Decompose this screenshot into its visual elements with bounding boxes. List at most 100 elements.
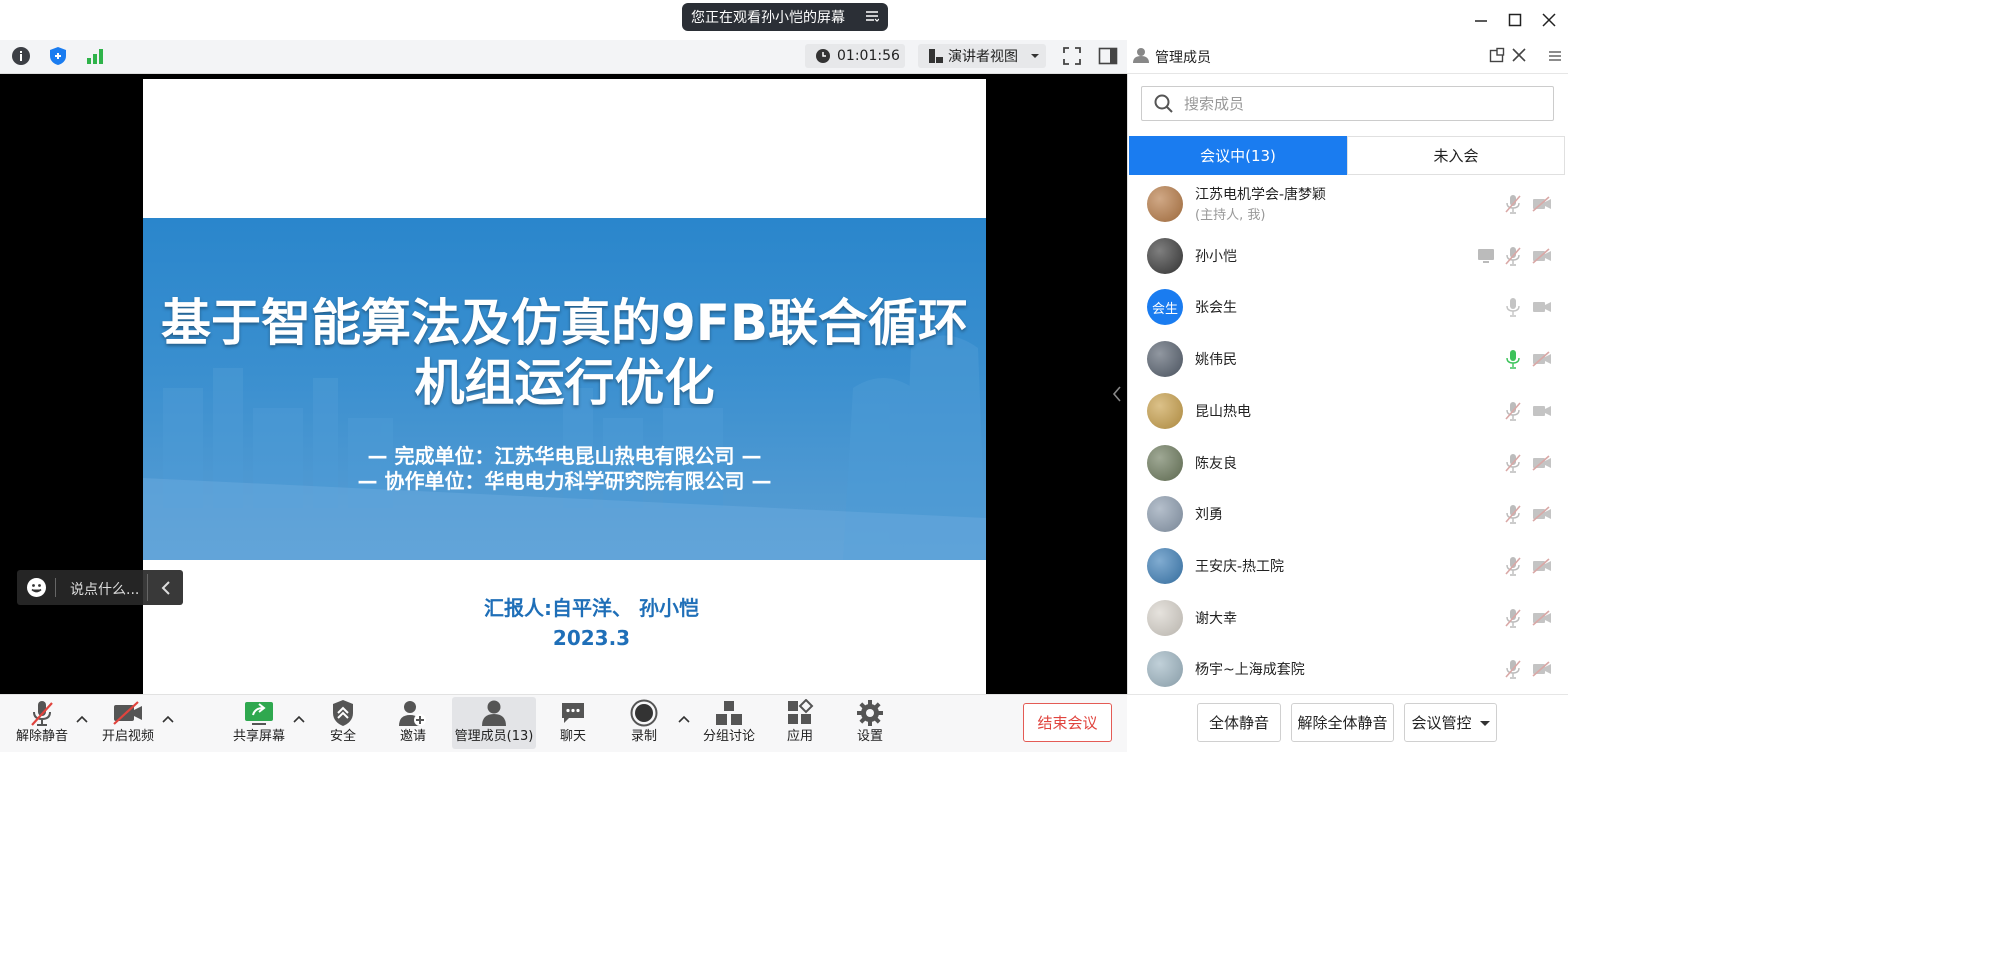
mic-muted-icon[interactable] (1505, 608, 1521, 628)
mic-icon[interactable] (1505, 297, 1521, 317)
security-button[interactable]: 安全 (320, 697, 366, 749)
slide-title: 基于智能算法及仿真的9FB联合循环 机组运行优化 (143, 293, 986, 413)
mic-muted-icon[interactable] (1505, 556, 1521, 576)
apps-button[interactable]: 应用 (777, 697, 823, 749)
camera-off-icon[interactable] (1532, 196, 1552, 212)
toggle-sidebar-button[interactable] (1097, 45, 1119, 67)
settings-button[interactable]: 设置 (847, 697, 893, 749)
member-row[interactable]: 江苏电机学会-唐梦颖 (主持人, 我) (1129, 178, 1554, 230)
member-row[interactable]: 会生 张会生 (1129, 281, 1554, 333)
invite-button[interactable]: 邀请 (390, 697, 436, 749)
end-meeting-button[interactable]: 结束会议 (1023, 703, 1112, 742)
member-name: 陈友良 (1195, 456, 1237, 472)
member-role: (主持人, 我) (1195, 208, 1266, 223)
search-members-input[interactable]: 搜索成员 (1141, 86, 1554, 121)
camera-off-icon[interactable] (1532, 558, 1552, 574)
gear-icon (857, 700, 883, 726)
camera-off-icon[interactable] (1532, 506, 1552, 522)
start-video-button[interactable]: 开启视频 (96, 697, 160, 749)
mic-muted-icon[interactable] (1505, 246, 1521, 266)
member-row[interactable]: 姚伟民 (1129, 333, 1554, 385)
breakout-rooms-button[interactable]: 分组讨论 (700, 697, 758, 749)
add-user-icon (399, 701, 426, 726)
chevron-up-icon[interactable] (292, 712, 306, 726)
avatar (1147, 341, 1183, 377)
caret-down-icon (1479, 720, 1490, 726)
avatar (1147, 496, 1183, 532)
collapse-panel-button[interactable] (1110, 384, 1124, 404)
avatar: 会生 (1147, 289, 1183, 325)
manage-members-button[interactable]: 管理成员(13) (452, 697, 536, 749)
mute-all-button[interactable]: 全体静音 (1197, 703, 1281, 742)
chat-button[interactable]: 聊天 (550, 697, 596, 749)
view-mode-dropdown[interactable]: 演讲者视图 (918, 44, 1046, 68)
member-row[interactable]: 王安庆-热工院 (1129, 540, 1554, 592)
member-row[interactable]: 陈友良 (1129, 437, 1554, 489)
record-button[interactable]: 录制 (621, 697, 667, 749)
more-menu-button[interactable] (1543, 40, 1568, 73)
mic-muted-icon[interactable] (1505, 659, 1521, 679)
security-label: 安全 (329, 729, 356, 744)
pop-out-icon[interactable] (1489, 47, 1505, 63)
camera-off-icon[interactable] (1532, 351, 1552, 367)
close-icon[interactable] (1512, 48, 1526, 62)
camera-off-icon[interactable] (1532, 661, 1552, 677)
meeting-info-button[interactable] (10, 45, 32, 67)
avatar (1147, 548, 1183, 584)
camera-icon[interactable] (1532, 299, 1552, 315)
chevron-left-icon[interactable] (159, 580, 173, 596)
chat-input[interactable]: 说点什么... (70, 579, 139, 599)
avatar (1147, 445, 1183, 481)
mic-muted-icon[interactable] (1505, 504, 1521, 524)
mic-muted-icon[interactable] (1505, 401, 1521, 421)
members-icon (482, 700, 506, 726)
chevron-up-icon[interactable] (677, 712, 691, 726)
share-screen-button[interactable]: 共享屏幕 (228, 697, 290, 749)
chevron-up-icon[interactable] (75, 712, 89, 726)
mic-muted-icon[interactable] (1505, 453, 1521, 473)
close-window-button[interactable] (1537, 8, 1561, 32)
meeting-timer: 01:01:56 (805, 44, 905, 68)
maximize-button[interactable] (1503, 8, 1527, 32)
emoji-icon[interactable] (26, 577, 47, 598)
security-status-button[interactable] (47, 45, 69, 67)
member-row[interactable]: 杨宇~上海成套院 (1129, 643, 1554, 695)
chevron-up-icon[interactable] (161, 712, 175, 726)
camera-off-icon[interactable] (1532, 248, 1552, 264)
member-name: 杨宇~上海成套院 (1195, 662, 1305, 678)
member-name: 孙小恺 (1195, 249, 1237, 265)
slide-subtitle: — 完成单位：江苏华电昆山热电有限公司 — — 协作单位：华电电力科学研究院有限… (143, 444, 986, 494)
member-row[interactable]: 刘勇 (1129, 488, 1554, 540)
minimize-button[interactable] (1469, 8, 1493, 32)
shield-icon (333, 700, 353, 726)
meeting-control-dropdown[interactable]: 会议管控 (1404, 703, 1497, 742)
member-row[interactable]: 谢大幸 (1129, 592, 1554, 644)
camera-off-icon[interactable] (1532, 455, 1552, 471)
menu-icon[interactable] (865, 9, 879, 23)
member-name: 昆山热电 (1195, 404, 1251, 420)
share-screen-label: 共享屏幕 (232, 729, 285, 744)
mic-icon[interactable] (1505, 349, 1521, 369)
settings-label: 设置 (856, 729, 883, 744)
camera-icon[interactable] (1532, 403, 1552, 419)
avatar (1147, 238, 1183, 274)
clock-icon (816, 49, 830, 63)
screen-share-banner[interactable]: 您正在观看孙小恺的屏幕 (682, 3, 888, 31)
camera-off-icon[interactable] (1532, 610, 1552, 626)
chat-label: 聊天 (559, 729, 586, 744)
unmute-button[interactable]: 解除静音 (10, 697, 74, 749)
member-name: 张会生 (1195, 300, 1237, 316)
tab-in-meeting[interactable]: 会议中(13) (1129, 136, 1347, 175)
unmute-label: 解除静音 (15, 729, 68, 744)
member-row[interactable]: 昆山热电 (1129, 385, 1554, 437)
fullscreen-icon (1063, 47, 1081, 65)
fullscreen-button[interactable] (1061, 45, 1083, 67)
quick-chat-box[interactable]: 说点什么... (17, 570, 183, 605)
avatar (1147, 393, 1183, 429)
member-row[interactable]: 孙小恺 (1129, 230, 1554, 282)
mic-muted-icon[interactable] (1505, 194, 1521, 214)
unmute-all-button[interactable]: 解除全体静音 (1291, 703, 1394, 742)
tab-not-joined[interactable]: 未入会 (1347, 136, 1565, 175)
breakout-icon (716, 701, 742, 725)
network-quality-button[interactable] (84, 45, 106, 67)
